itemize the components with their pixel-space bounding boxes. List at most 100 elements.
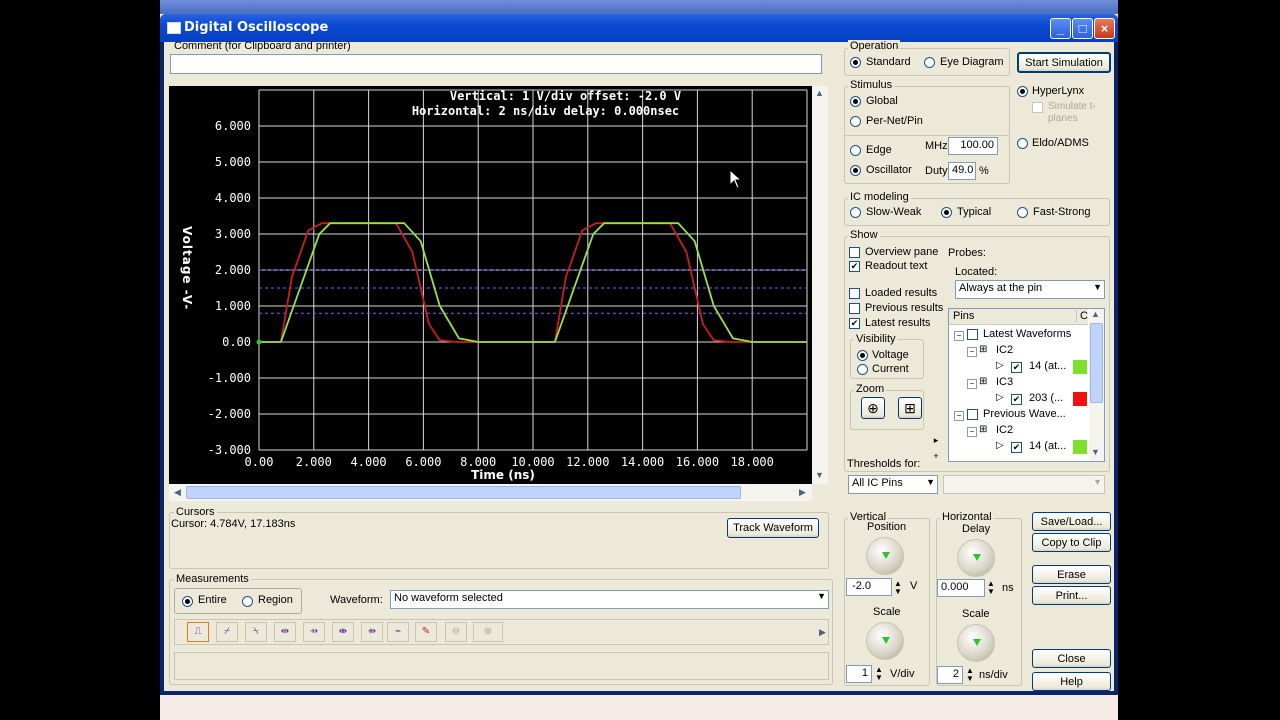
maximize-button[interactable]: □ [1072, 18, 1093, 39]
help-button[interactable]: Help [1032, 672, 1111, 691]
chevron-down-icon[interactable]: ▼ [817, 591, 826, 601]
close-button[interactable]: Close [1032, 649, 1111, 668]
per-net-radio[interactable] [850, 116, 861, 127]
scope-horizontal-scrollbar[interactable]: ◀ ▶ [169, 484, 812, 501]
green-color-swatch[interactable] [1073, 440, 1087, 454]
waveform-select[interactable]: No waveform selected ▼ [390, 590, 829, 609]
scope-vertical-scrollbar[interactable]: ▲ ▼ [812, 86, 828, 484]
toolbar-scroll-right-icon[interactable]: ▶ [815, 625, 830, 640]
pins-tree[interactable]: Pins C ▲ ▼ − Latest Waveforms − ⊞ IC2 ▷ … [948, 308, 1105, 462]
overshoot-tool-icon[interactable]: ⌿ [216, 622, 238, 642]
frequency-input[interactable]: 100.00 [948, 137, 998, 155]
comment-input[interactable] [170, 54, 822, 74]
slew-tool-icon[interactable]: ⌁ [387, 622, 409, 642]
scroll-thumb[interactable] [186, 486, 741, 499]
save-load-button[interactable]: Save/Load... [1032, 512, 1111, 531]
scroll-up-arrow-icon[interactable]: ▲ [812, 86, 827, 101]
typical-radio[interactable] [941, 207, 952, 218]
start-simulation-button[interactable]: Start Simulation [1017, 52, 1111, 73]
width-tool-icon[interactable]: ⇻ [361, 622, 383, 642]
vertical-position-knob[interactable] [866, 537, 904, 575]
thresholds-add-icon[interactable]: + [930, 450, 942, 462]
global-radio[interactable] [850, 96, 861, 107]
print-button[interactable]: Print... [1032, 586, 1111, 605]
region-radio[interactable] [242, 596, 253, 607]
horizontal-scale-input[interactable]: 2 [937, 666, 963, 684]
horizontal-delay-knob[interactable] [957, 539, 995, 577]
collapse-icon[interactable]: − [967, 379, 977, 389]
vertical-scale-input[interactable]: 1 [846, 665, 872, 683]
vertical-scale-knob[interactable] [866, 622, 904, 660]
green-color-swatch[interactable] [1073, 360, 1087, 374]
red-color-swatch[interactable] [1073, 392, 1087, 406]
horizontal-delay-input[interactable]: 0.000 [937, 579, 985, 597]
previous-waveforms-checkbox[interactable] [967, 409, 978, 420]
prev-pin-14-checkbox[interactable]: ✔ [1011, 442, 1022, 453]
pin-203-checkbox[interactable]: ✔ [1011, 394, 1022, 405]
readout-text-checkbox[interactable]: ✔ [849, 261, 860, 272]
chevron-down-icon[interactable]: ▼ [1093, 282, 1102, 292]
zoom-fit-icon[interactable]: ⊞ [898, 397, 922, 419]
standard-radio[interactable] [850, 57, 861, 68]
skew-tool-icon[interactable]: ⇸ [303, 622, 325, 642]
pins-scrollbar[interactable]: ▲ ▼ [1089, 309, 1104, 461]
spin-arrows-icon[interactable]: ▲ ▼ [966, 667, 974, 683]
spin-arrows-icon[interactable]: ▲ ▼ [987, 580, 995, 596]
fast-strong-radio[interactable] [1017, 207, 1028, 218]
hyperlynx-radio[interactable] [1017, 86, 1028, 97]
pins-row-previous-waveforms[interactable]: Previous Wave... [983, 408, 1066, 420]
edge-radio[interactable] [850, 145, 861, 156]
undershoot-tool-icon[interactable]: ⍀ [245, 622, 267, 642]
eye-diagram-radio[interactable] [924, 57, 935, 68]
marker-tool-icon[interactable]: ✎ [415, 622, 437, 642]
current-radio[interactable] [857, 364, 868, 375]
collapse-icon[interactable]: − [967, 347, 977, 357]
eldo-radio[interactable] [1017, 138, 1028, 149]
copy-to-clip-button[interactable]: Copy to Clip [1032, 533, 1111, 552]
rise-time-tool-icon[interactable]: ⎍ [187, 622, 209, 642]
loaded-results-checkbox[interactable] [849, 288, 860, 299]
voltage-radio[interactable] [857, 350, 868, 361]
horizontal-scale-knob[interactable] [957, 624, 995, 662]
collapse-icon[interactable]: − [954, 331, 964, 341]
duty-input[interactable]: 49.0 [948, 162, 976, 180]
pins-row-ic3[interactable]: IC3 [996, 376, 1013, 388]
pins-row-latest-waveforms[interactable]: Latest Waveforms [983, 328, 1071, 340]
zoom-in-icon[interactable]: ⊕ [861, 397, 885, 419]
entire-radio[interactable] [182, 596, 193, 607]
minimize-button[interactable]: _ [1050, 18, 1071, 39]
pin-14-checkbox[interactable]: ✔ [1011, 362, 1022, 373]
previous-results-checkbox[interactable] [849, 303, 860, 314]
located-select[interactable]: Always at the pin ▼ [955, 280, 1105, 299]
scroll-down-arrow-icon[interactable]: ▼ [1091, 447, 1100, 457]
oscillator-radio[interactable] [850, 165, 861, 176]
chevron-down-icon[interactable]: ▼ [926, 477, 935, 487]
waveform-plot[interactable]: 6.000 5.000 4.000 3.000 2.000 1.000 0.00 -1.000… [169, 86, 812, 484]
slow-weak-radio[interactable] [850, 207, 861, 218]
scroll-right-arrow-icon[interactable]: ▶ [795, 485, 810, 500]
delay-tool-icon[interactable]: ⇹ [274, 622, 296, 642]
scroll-down-arrow-icon[interactable]: ▼ [812, 468, 827, 483]
latest-waveforms-checkbox[interactable] [967, 329, 978, 340]
pins-row-prev-pin-14[interactable]: 14 (at... [1029, 440, 1066, 452]
spin-arrows-icon[interactable]: ▲ ▼ [894, 580, 902, 596]
track-waveform-button[interactable]: Track Waveform [727, 518, 819, 538]
pins-row-prev-ic2[interactable]: IC2 [996, 424, 1013, 436]
overview-pane-checkbox[interactable] [849, 247, 860, 258]
period-tool-icon[interactable]: ⇼ [332, 622, 354, 642]
collapse-icon[interactable]: − [967, 427, 977, 437]
scroll-up-arrow-icon[interactable]: ▲ [1091, 309, 1100, 319]
pins-row-pin-14[interactable]: 14 (at... [1029, 360, 1066, 372]
erase-button[interactable]: Erase [1032, 565, 1111, 584]
pins-row-pin-203[interactable]: 203 (... [1029, 392, 1063, 404]
pins-row-ic2[interactable]: IC2 [996, 344, 1013, 356]
scroll-left-arrow-icon[interactable]: ◀ [170, 485, 185, 500]
thresholds-up-icon[interactable]: ▸ [930, 434, 942, 446]
latest-results-checkbox[interactable]: ✔ [849, 318, 860, 329]
collapse-icon[interactable]: − [954, 411, 964, 421]
spin-arrows-icon[interactable]: ▲ ▼ [875, 666, 883, 682]
close-window-button[interactable]: × [1094, 18, 1115, 39]
thresholds-select[interactable]: All IC Pins ▼ [848, 475, 938, 494]
pins-scroll-thumb[interactable] [1090, 323, 1103, 403]
vertical-position-input[interactable]: -2.0 [846, 578, 892, 596]
